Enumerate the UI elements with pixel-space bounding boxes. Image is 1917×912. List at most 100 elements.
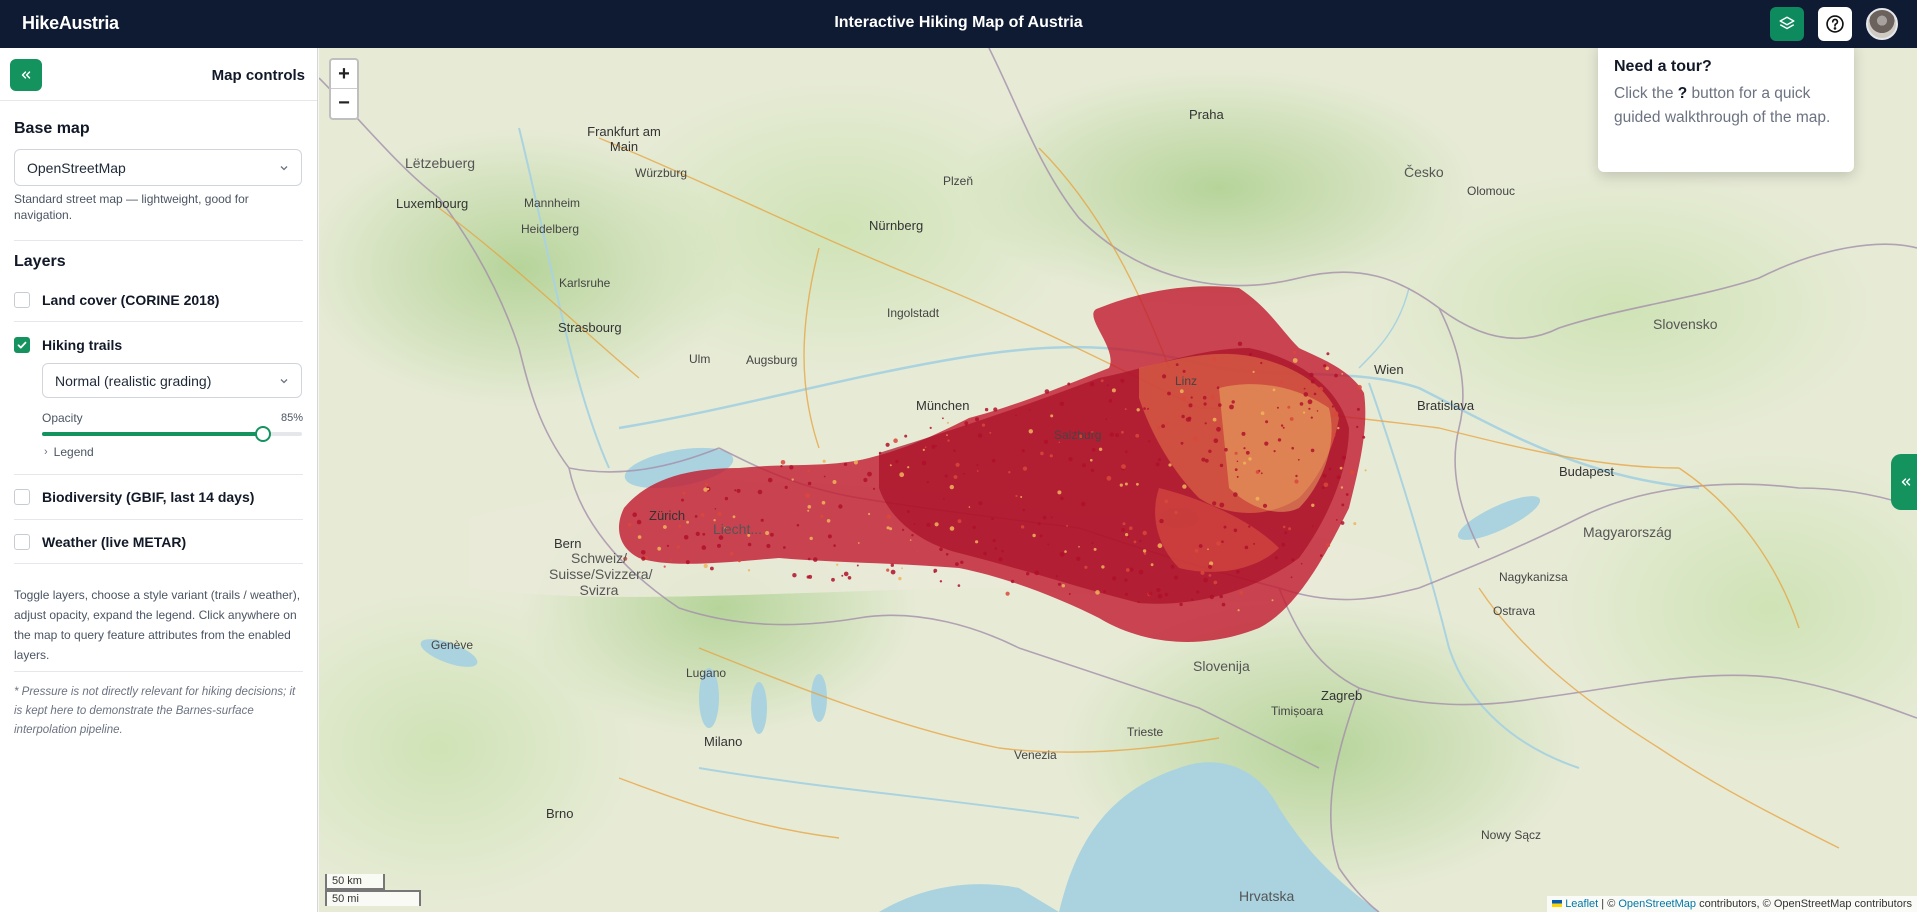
- trail-point: [1311, 525, 1314, 527]
- layer-toggle-biodiversity[interactable]: Biodiversity (GBIF, last 14 days): [14, 486, 254, 508]
- trail-point: [1055, 575, 1058, 578]
- trail-point: [1064, 550, 1067, 553]
- zoom-out-button[interactable]: −: [331, 89, 357, 118]
- trail-point: [784, 485, 788, 489]
- trail-point: [1292, 350, 1297, 355]
- trail-point: [1103, 590, 1106, 593]
- trail-point: [1047, 543, 1050, 546]
- layers-toggle-button[interactable]: [1770, 7, 1804, 41]
- opacity-slider-thumb[interactable]: [255, 426, 271, 442]
- trail-point: [1067, 382, 1071, 386]
- base-map-select[interactable]: OpenStreetMap: [14, 149, 302, 186]
- layer-toggle-weather[interactable]: Weather (live METAR): [14, 531, 186, 553]
- trail-point: [1159, 518, 1164, 524]
- osm-link[interactable]: OpenStreetMap: [1618, 898, 1696, 910]
- map-label-city: Würzburg: [635, 166, 688, 180]
- biodiversity-checkbox[interactable]: [14, 489, 30, 505]
- collapse-sidebar-button[interactable]: [10, 59, 42, 91]
- trail-point: [1090, 468, 1095, 473]
- trail-point: [1191, 598, 1194, 601]
- trail-point: [1349, 470, 1355, 475]
- trail-point: [1200, 570, 1205, 575]
- map-attribution: Leaflet | © OpenStreetMap contributors, …: [1547, 896, 1917, 912]
- layer-label: Land cover (CORINE 2018): [42, 292, 220, 308]
- trail-point: [969, 417, 972, 420]
- hiking-trails-layer[interactable]: [319, 48, 1917, 912]
- trail-point: [734, 489, 737, 492]
- trails-variant-select[interactable]: Normal (realistic grading): [42, 363, 302, 398]
- trail-point: [1243, 461, 1247, 465]
- trail-point: [820, 514, 824, 519]
- trail-point: [813, 557, 818, 562]
- trail-point: [886, 568, 890, 572]
- trail-point: [857, 542, 860, 544]
- trail-point: [1323, 364, 1327, 368]
- open-right-panel-button[interactable]: [1891, 454, 1917, 510]
- trail-point: [732, 515, 736, 519]
- layer-toggle-land-cover[interactable]: Land cover (CORINE 2018): [14, 289, 219, 311]
- map-canvas[interactable]: Česko Slovensko Magyarország Slovenija H…: [319, 48, 1917, 912]
- map-label-city: Ingolstadt: [887, 306, 940, 320]
- opacity-slider[interactable]: [42, 426, 302, 442]
- trail-point: [1218, 403, 1222, 407]
- trail-point: [978, 501, 983, 506]
- trail-point: [766, 543, 771, 549]
- app-brand[interactable]: HikeAustria: [22, 13, 119, 34]
- weather-checkbox[interactable]: [14, 534, 30, 550]
- trail-point: [1185, 417, 1191, 422]
- trail-point: [885, 442, 890, 447]
- layers-icon: [1779, 16, 1795, 30]
- trail-point: [1233, 528, 1238, 533]
- trail-point: [1125, 533, 1129, 537]
- trail-point: [1157, 543, 1163, 549]
- layer-toggle-hiking-trails[interactable]: Hiking trails: [14, 334, 122, 356]
- layer-label: Hiking trails: [42, 337, 123, 353]
- trail-point: [1291, 558, 1295, 562]
- map-label-city: Budapest: [1559, 464, 1614, 479]
- help-text: Toggle layers, choose a style variant (t…: [14, 588, 301, 662]
- trail-point: [934, 522, 939, 527]
- trail-point: [724, 496, 729, 501]
- trail-point: [975, 540, 979, 544]
- trail-point: [1326, 543, 1331, 548]
- trail-point: [1233, 492, 1238, 497]
- map-label-city: Salzburg: [1054, 428, 1102, 442]
- trail-point: [1294, 479, 1299, 484]
- trail-point: [1100, 379, 1104, 383]
- zoom-in-button[interactable]: +: [331, 60, 357, 89]
- trail-point: [867, 471, 872, 477]
- map-label-country: Česko: [1404, 164, 1444, 180]
- trail-point: [1208, 449, 1212, 453]
- trail-point: [1262, 503, 1268, 508]
- tour-help-button[interactable]: [1818, 7, 1852, 41]
- trail-point: [1326, 352, 1330, 356]
- trail-point: [1311, 503, 1315, 507]
- legend-toggle[interactable]: › Legend: [44, 445, 94, 459]
- leaflet-link[interactable]: Leaflet: [1565, 898, 1598, 910]
- trail-point: [989, 431, 992, 434]
- trail-point: [1050, 414, 1054, 418]
- trail-point: [1106, 384, 1109, 387]
- trail-point: [998, 557, 1003, 562]
- trail-point: [714, 508, 717, 510]
- map-label-city: Trieste: [1127, 725, 1164, 739]
- trail-point: [1112, 576, 1117, 581]
- land-cover-checkbox[interactable]: [14, 292, 30, 308]
- trail-point: [807, 509, 810, 512]
- trail-point: [1340, 486, 1344, 489]
- trail-point: [1328, 467, 1332, 471]
- trail-point: [1022, 508, 1026, 512]
- trail-point: [1303, 387, 1306, 390]
- map-label-city: Ulm: [689, 352, 711, 366]
- trail-point: [889, 464, 892, 467]
- user-avatar[interactable]: [1866, 8, 1898, 40]
- trail-point: [1148, 591, 1153, 596]
- map-label-city: München: [916, 398, 970, 413]
- hiking-trails-checkbox[interactable]: [14, 337, 30, 353]
- trail-point: [627, 522, 632, 527]
- trail-point: [926, 480, 929, 484]
- trail-point: [1216, 386, 1220, 390]
- trail-point: [1150, 563, 1154, 567]
- trail-point: [1001, 549, 1004, 553]
- trail-point: [1060, 496, 1064, 501]
